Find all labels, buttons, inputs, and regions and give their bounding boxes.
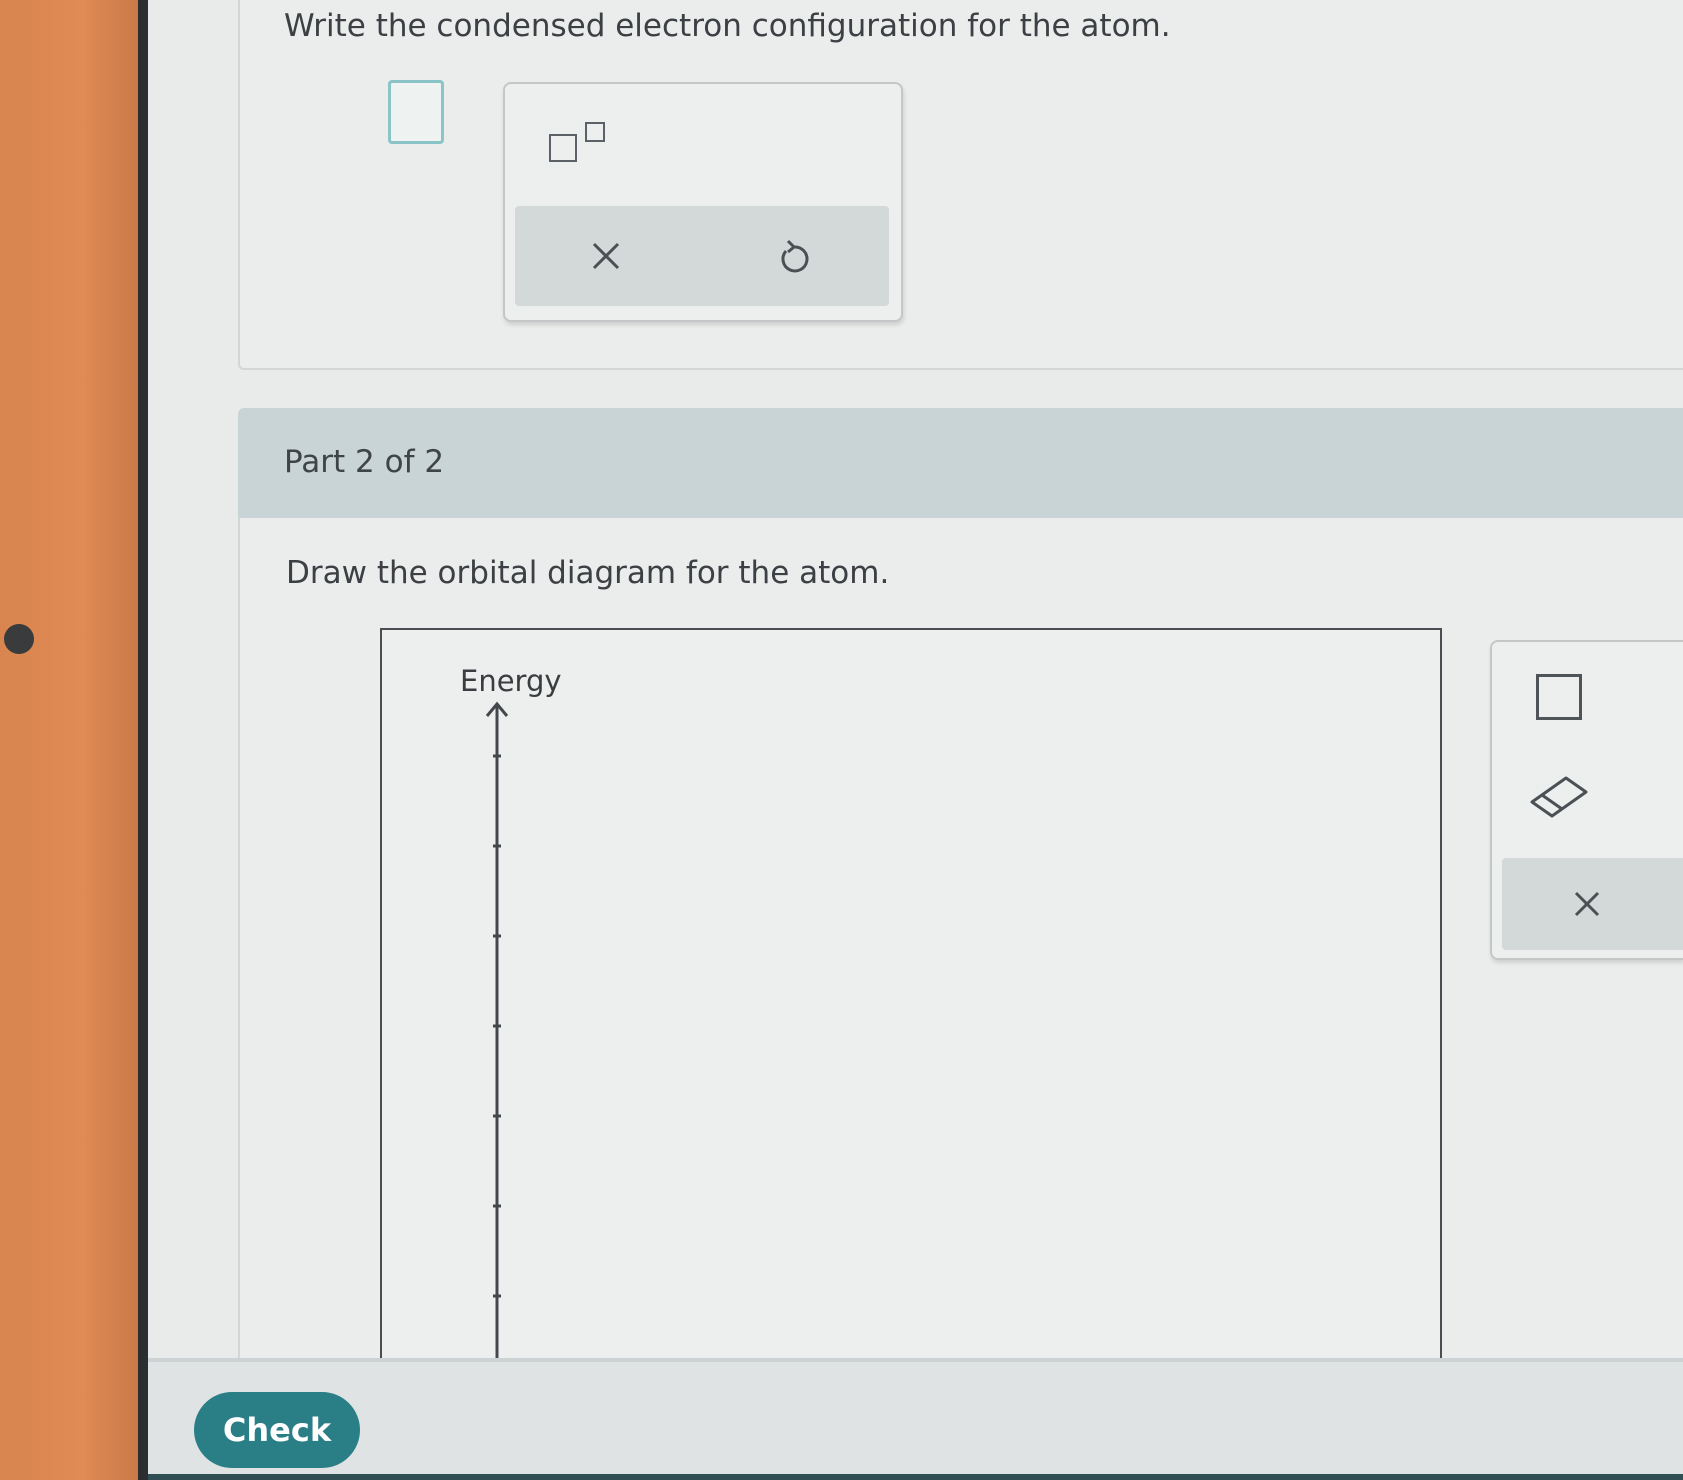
toolbox-clear-button[interactable] xyxy=(1557,874,1617,934)
clear-button[interactable] xyxy=(576,226,636,286)
superscript-exponent-box xyxy=(585,122,605,142)
eraser-button[interactable] xyxy=(1526,770,1590,826)
camera-dot xyxy=(4,624,34,654)
energy-axis-label: Energy xyxy=(460,664,562,698)
math-palette xyxy=(503,82,903,322)
orbital-diagram-canvas[interactable]: Energy xyxy=(380,628,1442,1360)
superscript-template-icon[interactable] xyxy=(549,122,609,172)
undo-button[interactable] xyxy=(764,228,824,288)
palette-action-bar xyxy=(515,206,889,306)
bezel-edge xyxy=(138,0,148,1480)
superscript-base-box xyxy=(549,134,577,162)
toolbox-action-bar xyxy=(1502,858,1683,950)
bottom-action-bar: Check xyxy=(148,1358,1683,1480)
screen: Write the condensed electron configurati… xyxy=(148,0,1683,1480)
part2-title: Part 2 of 2 xyxy=(284,444,445,480)
orbital-box-icon[interactable] xyxy=(1536,674,1582,720)
close-icon xyxy=(592,242,620,270)
part1-prompt: Write the condensed electron configurati… xyxy=(284,8,1171,44)
footer-strip xyxy=(148,1474,1683,1480)
undo-icon xyxy=(781,239,809,273)
part2-header: Part 2 of 2 xyxy=(238,408,1683,518)
eraser-icon xyxy=(1530,776,1588,818)
electron-config-answer-input[interactable] xyxy=(388,80,444,144)
check-button[interactable]: Check xyxy=(194,1392,360,1468)
close-icon xyxy=(1574,891,1600,917)
device-bezel xyxy=(0,0,138,1480)
energy-axis xyxy=(485,701,509,1360)
part1-panel xyxy=(238,0,1683,370)
part2-prompt: Draw the orbital diagram for the atom. xyxy=(286,555,890,591)
orbital-toolbox xyxy=(1490,640,1683,960)
